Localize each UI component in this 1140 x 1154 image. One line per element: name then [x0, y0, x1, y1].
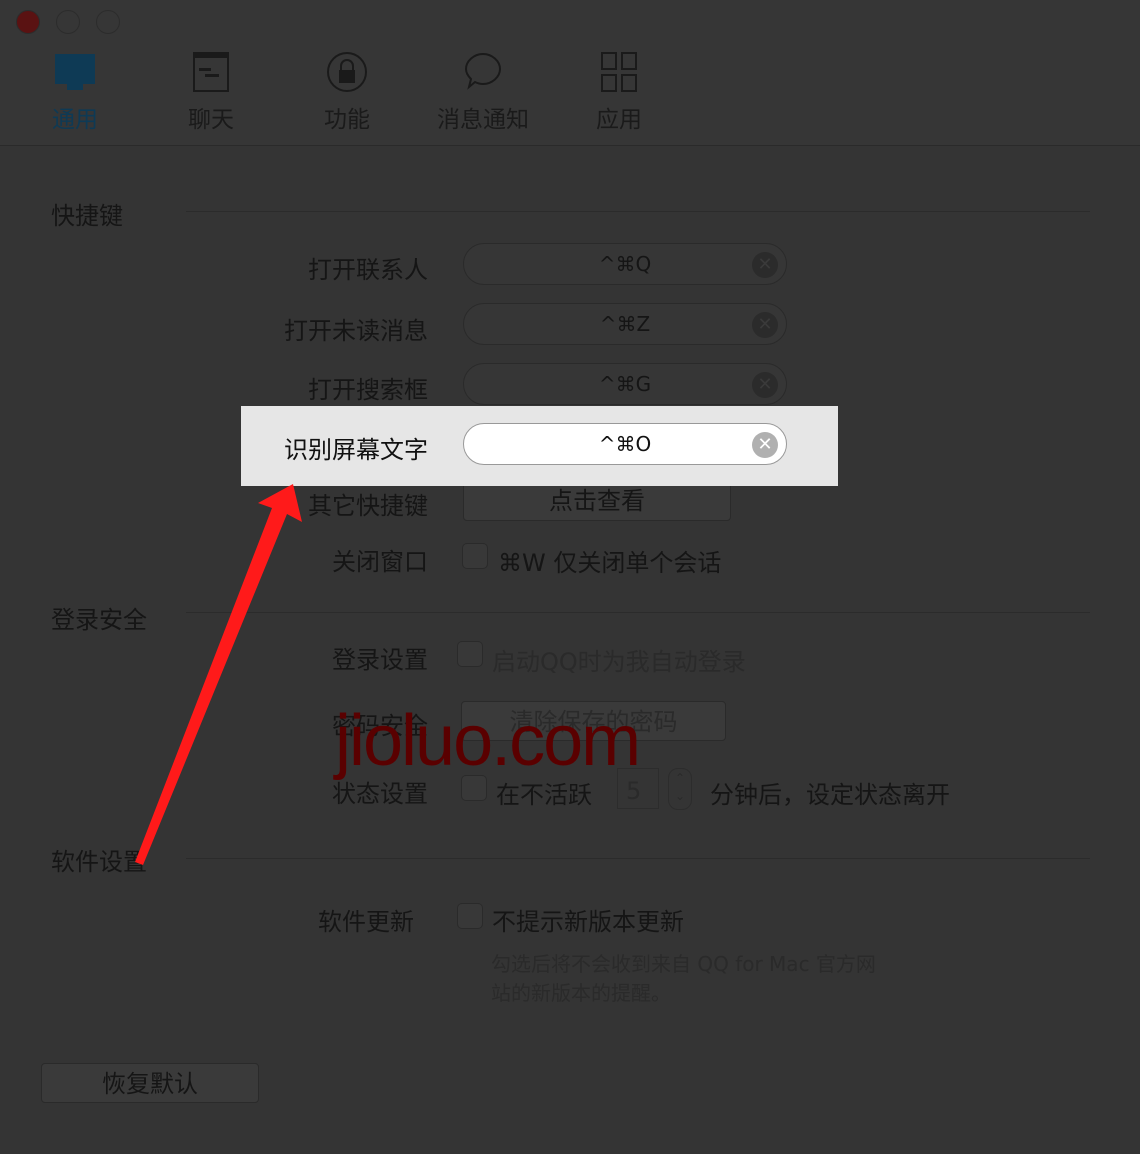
arrow-shape [135, 484, 302, 865]
red-arrow [135, 484, 302, 865]
